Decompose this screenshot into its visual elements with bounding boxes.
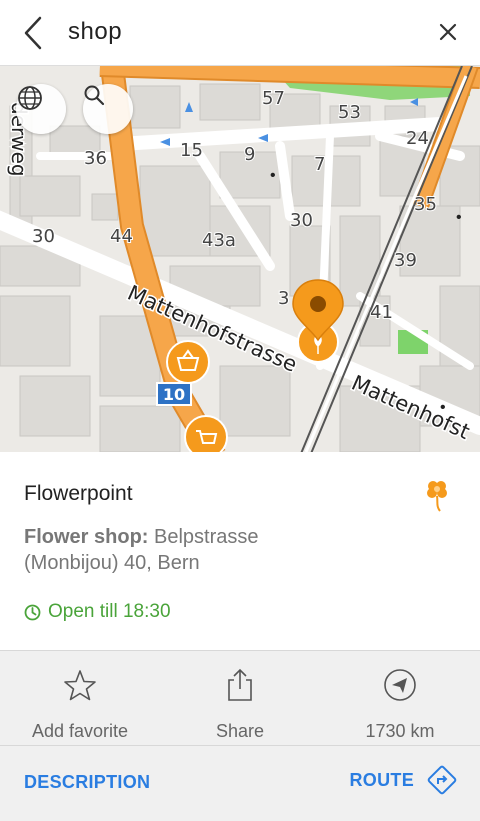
house-number: 24 (406, 128, 429, 149)
place-name: Flowerpoint (24, 482, 133, 505)
house-number: 15 (180, 140, 203, 161)
house-number: 7 (314, 154, 325, 175)
compass-icon (383, 668, 417, 702)
distance-label: 1730 km (365, 721, 435, 741)
route-shield-label: 10 (163, 385, 185, 404)
map-view[interactable]: Mattenhofstrasse Mattenhofst derweg 57 5… (0, 66, 480, 452)
poi-dot: • (456, 209, 462, 226)
shop-poi[interactable] (166, 340, 210, 384)
poi-dot: • (270, 167, 276, 184)
distance-button[interactable]: 1730 km (320, 651, 480, 745)
back-button[interactable] (18, 14, 48, 52)
share-label: Share (215, 721, 265, 741)
house-number: 57 (262, 88, 285, 109)
add-favorite-button[interactable]: Add favorite (0, 651, 160, 745)
shop-poi[interactable] (184, 415, 228, 452)
map-layers-button[interactable] (16, 84, 66, 134)
share-icon (223, 668, 257, 702)
house-number: 3 (278, 288, 289, 309)
chevron-left-icon (24, 16, 42, 50)
house-number: 43a (202, 230, 236, 251)
add-favorite-label: Add favorite (31, 721, 129, 741)
top-bar: shop (0, 0, 480, 66)
route-shield: 10 (156, 382, 192, 406)
action-bar: Add favorite Share 1730 km (0, 650, 480, 746)
description-button[interactable]: DESCRIPTION (24, 772, 150, 793)
bottom-bar: DESCRIPTION ROUTE (0, 746, 480, 821)
close-button[interactable] (434, 18, 462, 46)
house-number: 9 (244, 144, 255, 165)
close-icon (439, 23, 457, 41)
house-number: 41 (370, 302, 393, 323)
clock-icon (24, 604, 41, 620)
flower-icon (424, 478, 450, 512)
map-canvas: Mattenhofstrasse Mattenhofst derweg 57 5… (0, 66, 480, 452)
house-number: 30 (290, 210, 313, 231)
route-icon (427, 765, 457, 795)
opening-hours: Open till 18:30 (24, 600, 171, 624)
route-label: ROUTE (349, 769, 414, 790)
place-address: Flower shop: Belpstrasse (Monbijou) 40, … (24, 524, 324, 576)
globe-icon (18, 86, 42, 110)
search-icon (84, 85, 105, 106)
place-category: Flower shop: (24, 526, 149, 548)
house-number: 44 (110, 226, 133, 247)
opening-hours-text: Open till 18:30 (48, 601, 171, 622)
house-number: 36 (84, 148, 107, 169)
map-search-button[interactable] (83, 84, 133, 134)
poi-dot: • (440, 399, 446, 416)
share-button[interactable]: Share (160, 651, 320, 745)
house-number: 39 (394, 250, 417, 271)
house-number: 53 (338, 102, 361, 123)
star-icon (63, 668, 97, 702)
search-query[interactable]: shop (68, 18, 122, 46)
house-number: 35 (414, 194, 437, 215)
house-number: 30 (32, 226, 55, 247)
route-button[interactable]: ROUTE (350, 764, 459, 796)
